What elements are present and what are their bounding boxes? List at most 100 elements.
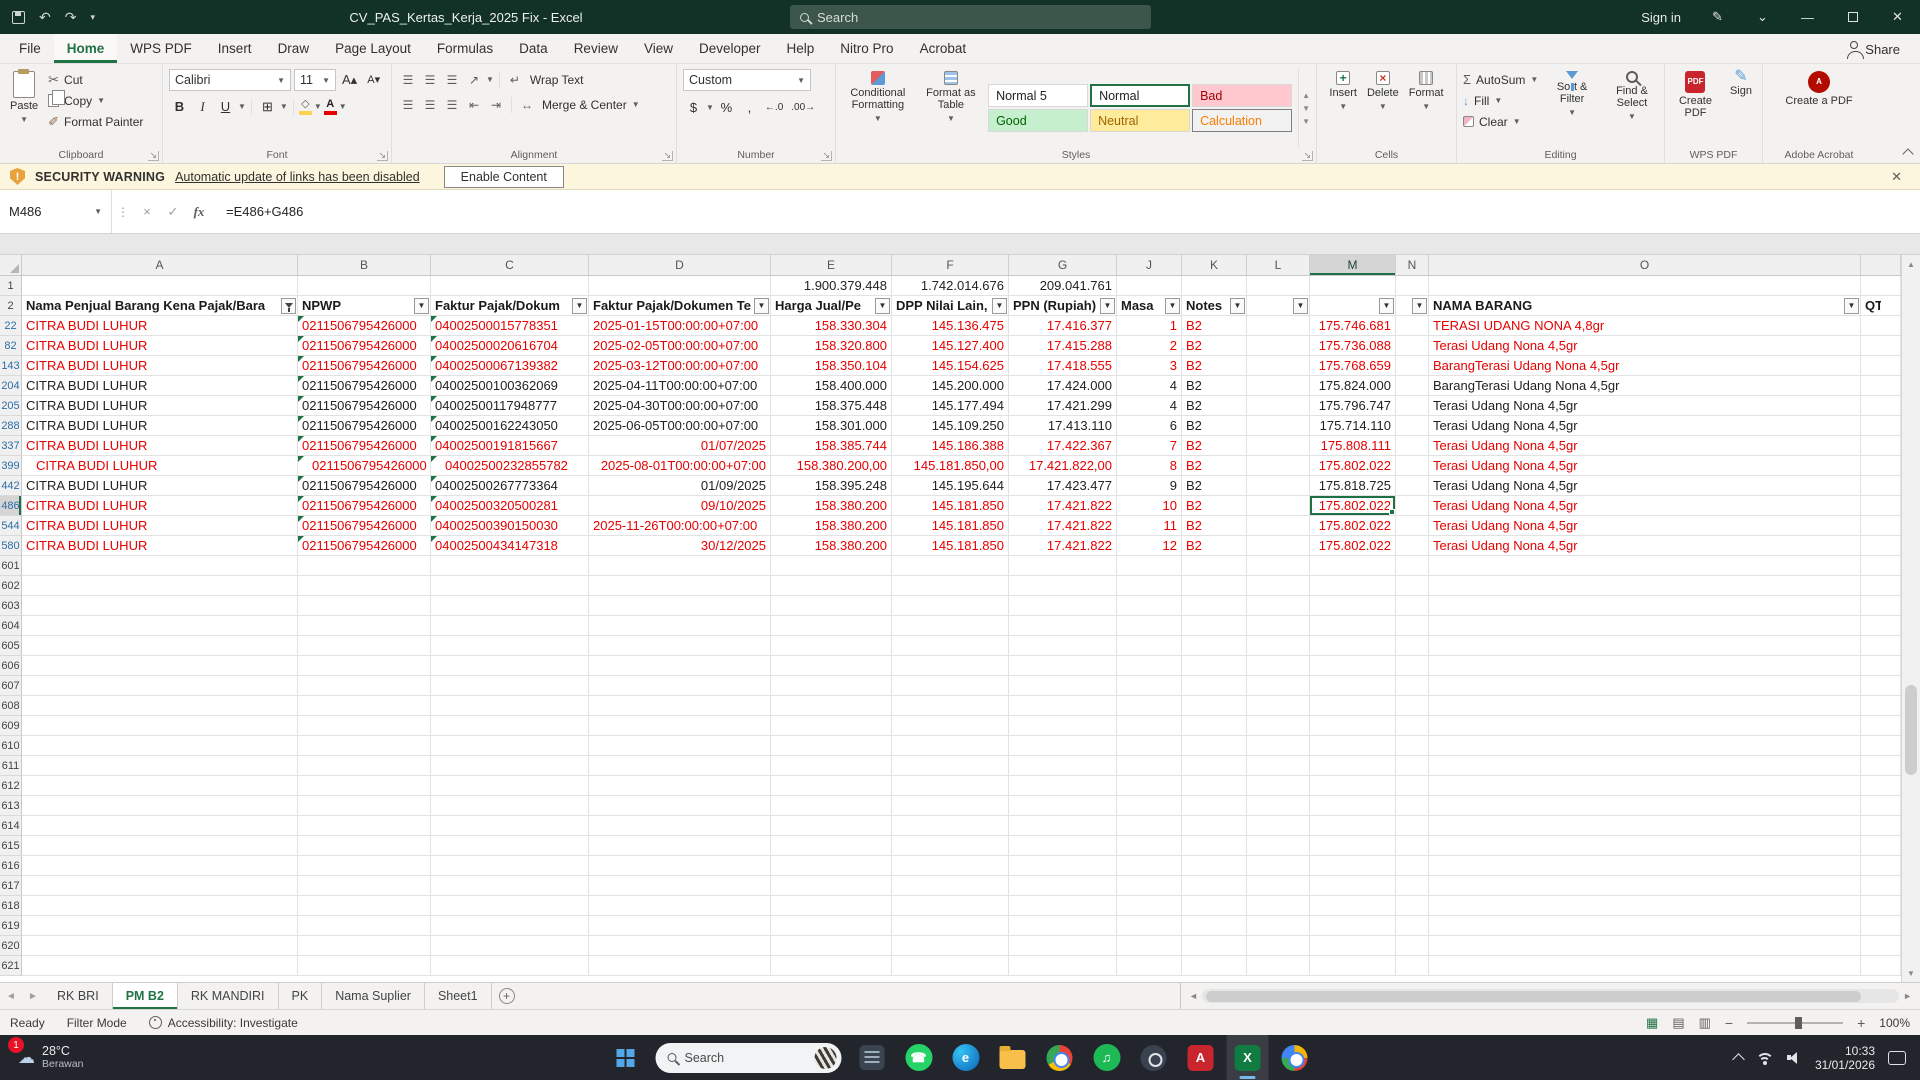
cell-A486[interactable]: CITRA BUDI LUHUR (22, 496, 298, 516)
cell-C602[interactable] (431, 576, 589, 596)
fill-button[interactable]: ↓Fill▼ (1463, 90, 1538, 111)
filter-dropdown-icon-m[interactable]: ▼ (1379, 298, 1394, 314)
cell-O616[interactable] (1429, 856, 1861, 876)
cell-F621[interactable] (892, 956, 1009, 976)
cell-O580[interactable]: Terasi Udang Nona 4,5gr (1429, 536, 1861, 556)
cell-B82[interactable]: 0211506795426000 (298, 336, 431, 356)
cell-L621[interactable] (1247, 956, 1310, 976)
normal-view-icon[interactable]: ▦ (1646, 1015, 1658, 1031)
cell-J618[interactable] (1117, 896, 1182, 916)
percent-format-icon[interactable]: % (716, 97, 737, 118)
copy-button[interactable]: Copy▼ (48, 90, 143, 111)
cell-B609[interactable] (298, 716, 431, 736)
cell-F608[interactable] (892, 696, 1009, 716)
cell-J602[interactable] (1117, 576, 1182, 596)
cell-D616[interactable] (589, 856, 771, 876)
cell-F617[interactable] (892, 876, 1009, 896)
cell-D607[interactable] (589, 676, 771, 696)
row-header-604[interactable]: 604 (0, 616, 22, 636)
cell-O143[interactable]: BarangTerasi Udang Nona 4,5gr (1429, 356, 1861, 376)
cell-O601[interactable] (1429, 556, 1861, 576)
cell-L609[interactable] (1247, 716, 1310, 736)
cell-K399[interactable]: B2 (1182, 456, 1247, 476)
cell-M82[interactable]: 175.736.088 (1310, 336, 1396, 356)
cell-B603[interactable] (298, 596, 431, 616)
cell-J615[interactable] (1117, 836, 1182, 856)
cell-C606[interactable] (431, 656, 589, 676)
style-chip-good[interactable]: Good (988, 109, 1088, 132)
cell-p614[interactable] (1861, 816, 1901, 836)
cell-K442[interactable]: B2 (1182, 476, 1247, 496)
scroll-up-icon[interactable]: ▲ (1902, 255, 1920, 273)
cell-E616[interactable] (771, 856, 892, 876)
cell-p204[interactable] (1861, 376, 1901, 396)
cell-p1[interactable] (1861, 276, 1901, 296)
cell-J608[interactable] (1117, 696, 1182, 716)
cell-F609[interactable] (892, 716, 1009, 736)
cell-C486[interactable]: 04002500320500281 (431, 496, 589, 516)
cell-N82[interactable] (1396, 336, 1429, 356)
cell-E544[interactable]: 158.380.200 (771, 516, 892, 536)
cell-M580[interactable]: 175.802.022 (1310, 536, 1396, 556)
cell-E611[interactable] (771, 756, 892, 776)
cell-A611[interactable] (22, 756, 298, 776)
cell-K620[interactable] (1182, 936, 1247, 956)
cell-K205[interactable]: B2 (1182, 396, 1247, 416)
cell-M621[interactable] (1310, 956, 1396, 976)
cell-K1[interactable] (1182, 276, 1247, 296)
cell-B602[interactable] (298, 576, 431, 596)
cell-G1[interactable]: 209.041.761 (1009, 276, 1117, 296)
cell-M611[interactable] (1310, 756, 1396, 776)
cell-N602[interactable] (1396, 576, 1429, 596)
column-header-j[interactable]: J (1117, 255, 1182, 276)
cell-O442[interactable]: Terasi Udang Nona 4,5gr (1429, 476, 1861, 496)
cell-G607[interactable] (1009, 676, 1117, 696)
cell-E617[interactable] (771, 876, 892, 896)
row-header-399[interactable]: 399 (0, 456, 22, 476)
cell-M619[interactable] (1310, 916, 1396, 936)
cell-N486[interactable] (1396, 496, 1429, 516)
cell-K612[interactable] (1182, 776, 1247, 796)
cell-M616[interactable] (1310, 856, 1396, 876)
cell-B544[interactable]: 0211506795426000 (298, 516, 431, 536)
cell-G337[interactable]: 17.422.367 (1009, 436, 1117, 456)
ribbon-tab-page-layout[interactable]: Page Layout (322, 34, 424, 63)
font-size-select[interactable]: 11▼ (294, 69, 336, 91)
cell-K606[interactable] (1182, 656, 1247, 676)
taskbar-app-notes[interactable] (851, 1035, 893, 1080)
cell-A580[interactable]: CITRA BUDI LUHUR (22, 536, 298, 556)
cell-O614[interactable] (1429, 816, 1861, 836)
cell-J609[interactable] (1117, 716, 1182, 736)
cell-F614[interactable] (892, 816, 1009, 836)
cell-B601[interactable] (298, 556, 431, 576)
cell-D609[interactable] (589, 716, 771, 736)
cell-C580[interactable]: 04002500434147318 (431, 536, 589, 556)
cell-C617[interactable] (431, 876, 589, 896)
zoom-slider[interactable] (1747, 1022, 1843, 1024)
cell-A618[interactable] (22, 896, 298, 916)
cell-p620[interactable] (1861, 936, 1901, 956)
cell-B605[interactable] (298, 636, 431, 656)
cell-B607[interactable] (298, 676, 431, 696)
cell-J288[interactable]: 6 (1117, 416, 1182, 436)
row-header-617[interactable]: 617 (0, 876, 22, 896)
cell-E580[interactable]: 158.380.200 (771, 536, 892, 556)
cell-C442[interactable]: 04002500267773364 (431, 476, 589, 496)
cell-A205[interactable]: CITRA BUDI LUHUR (22, 396, 298, 416)
cell-G603[interactable] (1009, 596, 1117, 616)
cell-D486[interactable]: 09/10/2025 (589, 496, 771, 516)
fill-handle[interactable] (1389, 509, 1395, 515)
taskbar-app-file-explorer[interactable] (992, 1035, 1034, 1080)
cell-E615[interactable] (771, 836, 892, 856)
decrease-font-icon[interactable]: A▾ (363, 69, 384, 90)
row-header-205[interactable]: 205 (0, 396, 22, 416)
cell-F22[interactable]: 145.136.475 (892, 316, 1009, 336)
currency-format-icon[interactable]: $ (683, 97, 704, 118)
dialog-launcher-icon[interactable]: ↘ (1302, 151, 1313, 161)
row-header-614[interactable]: 614 (0, 816, 22, 836)
cell-O615[interactable] (1429, 836, 1861, 856)
cell-L615[interactable] (1247, 836, 1310, 856)
cell-F204[interactable]: 145.200.000 (892, 376, 1009, 396)
create-pdf-button[interactable]: PDFCreate PDF (1671, 69, 1720, 147)
cell-p22[interactable] (1861, 316, 1901, 336)
